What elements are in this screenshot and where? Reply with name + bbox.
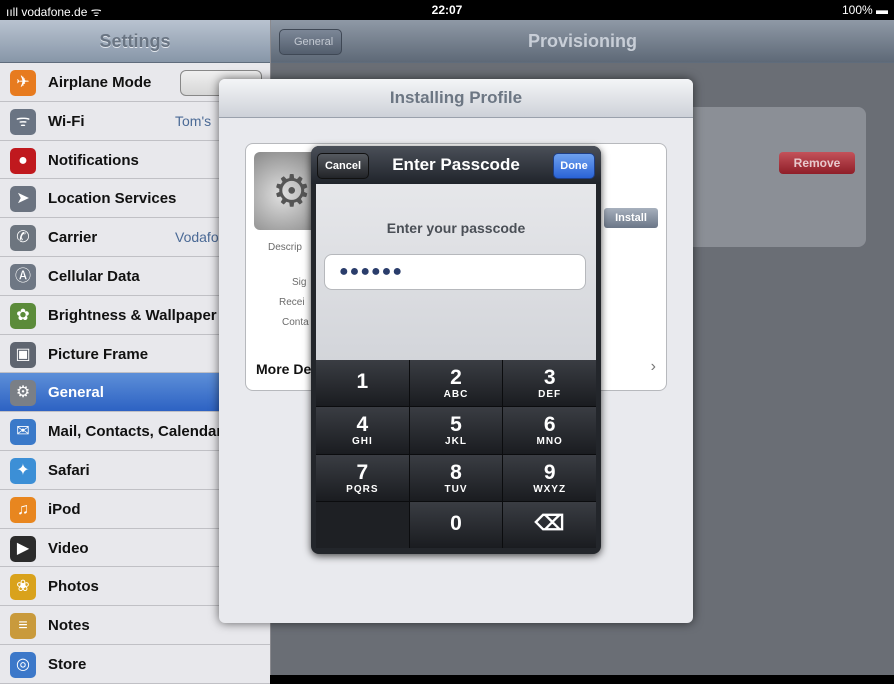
wifi-network-value: Tom's <box>175 112 212 129</box>
sidebar-item-label: Mail, Contacts, Calendars <box>48 423 231 441</box>
sidebar-item-label: Notifications <box>48 151 139 169</box>
location-icon: ➤ <box>10 186 36 213</box>
key-9[interactable]: 9 WXYZ <box>503 454 596 501</box>
sidebar-item-label: General <box>48 384 104 402</box>
gear-icon: ⚙ <box>10 380 36 407</box>
chevron-right-icon: › <box>650 358 656 375</box>
install-button[interactable]: Install <box>604 208 658 228</box>
dialog-body: Enter your passcode ●●●●●● <box>316 184 596 360</box>
dialog-header: Enter Passcode Cancel Done <box>311 146 601 184</box>
key-8[interactable]: 8 TUV <box>409 454 503 501</box>
key-0[interactable]: 0 <box>409 501 503 548</box>
store-icon: ◎ <box>10 651 36 678</box>
passcode-prompt: Enter your passcode <box>386 220 526 236</box>
ipod-icon: ♫ <box>10 496 36 523</box>
contains-label: Conta <box>282 317 309 328</box>
remove-button[interactable]: Remove <box>779 152 855 174</box>
sidebar-item-label: Video <box>48 539 89 557</box>
description-label: Descrip <box>268 242 302 253</box>
key-4[interactable]: 4 GHI <box>316 407 409 454</box>
more-details-row[interactable]: More De <box>256 361 311 377</box>
sidebar-item-label: Wi-Fi <box>48 112 85 130</box>
sidebar-item-label: Airplane Mode <box>48 74 152 91</box>
sidebar-item-label: Notes <box>48 617 90 635</box>
status-bar: ııll vodafone.de ᯤ 22:07 100% ▬ <box>0 0 894 20</box>
key-blank <box>316 501 409 548</box>
numeric-keypad: 1 2 ABC 3 DEF 4 GHI 5 JKL 6 MNO 7 PQRS 8 TUV 9W… <box>316 360 596 548</box>
mail-icon: ✉ <box>10 419 36 446</box>
sidebar-item-label: Brightness & Wallpaper <box>48 306 217 324</box>
key-3[interactable]: 3 DEF <box>503 360 596 407</box>
sidebar-item-label: iPod <box>48 500 81 518</box>
sidebar-item-label: Location Services <box>48 190 177 208</box>
signed-label: Sig <box>292 277 307 288</box>
profile-group-background <box>671 107 866 247</box>
wifi-icon: ᯤ <box>10 108 36 135</box>
sidebar-item-store[interactable]: ◎ Store <box>0 644 270 684</box>
key-6[interactable]: 6 MNO <box>503 407 596 454</box>
sidebar-item-label: Carrier <box>48 229 98 247</box>
received-label: Recei <box>279 297 305 308</box>
sidebar-item-label: Store <box>48 655 87 673</box>
done-button[interactable]: Done <box>553 153 595 179</box>
key-1[interactable]: 1 <box>316 360 409 407</box>
battery-indicator: 100% ▬ <box>841 3 888 17</box>
key-2[interactable]: 2 ABC <box>409 360 503 407</box>
passcode-dialog: Enter Passcode Cancel Done Enter your pa… <box>311 146 601 554</box>
sheet-title: Installing Profile <box>219 79 693 118</box>
brightness-icon: ✿ <box>10 302 36 329</box>
notifications-icon: ● <box>10 147 36 174</box>
sidebar-item-label: Photos <box>48 578 99 596</box>
carrier-value: Vodafo <box>175 229 219 246</box>
cancel-button[interactable]: Cancel <box>317 153 369 179</box>
backspace-icon: ⌫ <box>534 511 565 535</box>
safari-icon: ✦ <box>10 457 36 484</box>
video-icon: ▶ <box>10 535 36 562</box>
main-navbar: General Provisioning <box>271 20 894 63</box>
key-7[interactable]: 7 PQRS <box>316 454 409 501</box>
cellular-icon: Ⓐ <box>10 263 36 290</box>
notes-icon: ≡ <box>10 613 36 640</box>
page-title: Provisioning <box>527 31 637 51</box>
photos-icon: ❀ <box>10 574 36 601</box>
sidebar-title: Settings <box>99 31 171 51</box>
airplane-icon: ✈ <box>10 70 36 96</box>
sidebar-item-label: Cellular Data <box>48 267 140 285</box>
delete-key[interactable]: ⌫ <box>503 501 596 548</box>
passcode-field[interactable]: ●●●●●● <box>324 254 586 290</box>
picture-frame-icon: ▣ <box>10 341 36 368</box>
clock: 22:07 <box>431 3 463 17</box>
sidebar-item-label: Safari <box>48 461 90 479</box>
sidebar-navbar: Settings <box>0 20 270 63</box>
key-5[interactable]: 5 JKL <box>409 407 503 454</box>
sidebar-item-label: Picture Frame <box>48 345 149 363</box>
carrier-icon: ✆ <box>10 225 36 252</box>
